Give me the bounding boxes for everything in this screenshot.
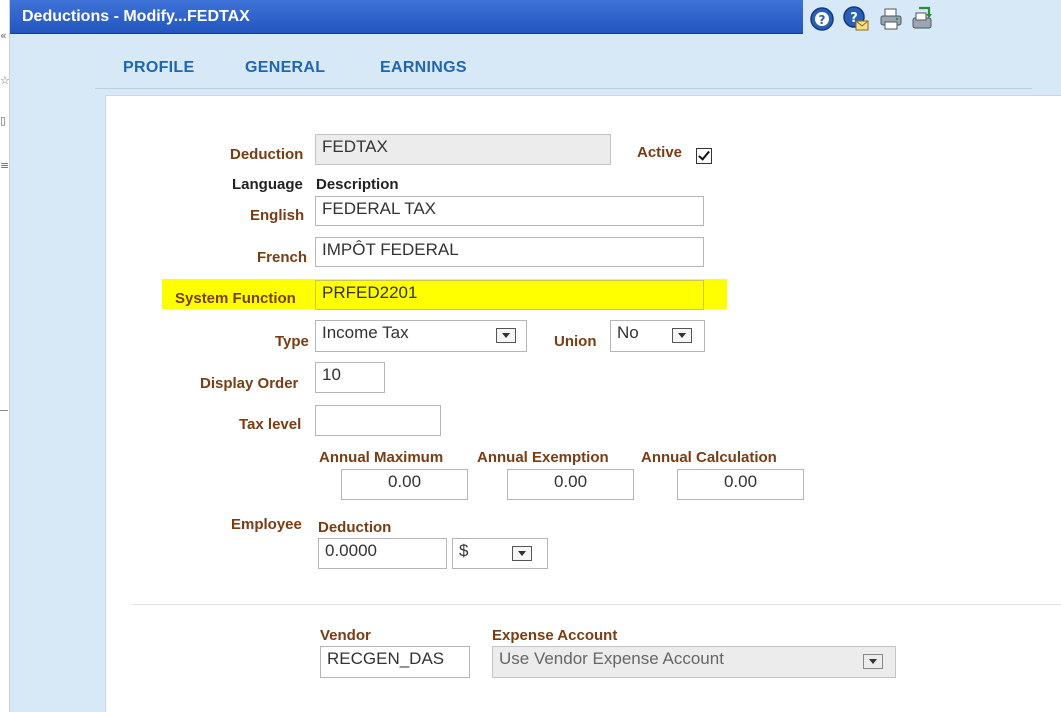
union-dropdown-arrow-icon[interactable] [672,328,692,343]
display-order-input[interactable]: 10 [315,362,385,393]
expense-account-value: Use Vendor Expense Account [499,649,724,668]
vendor-input[interactable]: RECGEN_DAS [320,646,470,678]
annual-exemption-label: Annual Exemption [477,449,609,466]
toolbar: ? ? [803,0,1061,34]
expense-account-select[interactable]: Use Vendor Expense Account [492,646,896,678]
tax-level-input[interactable] [315,405,441,436]
page-icon: ▯ [0,114,7,127]
divider [0,410,8,411]
employee-deduction-label: Deduction [318,519,392,536]
type-label: Type [275,333,309,350]
annual-calculation-label: Annual Calculation [641,449,777,466]
french-label: French [257,249,308,266]
star-icon: ☆ [0,74,10,87]
english-description-input[interactable]: FEDERAL TAX [315,196,704,226]
help-icon[interactable]: ? [809,6,835,32]
svg-text:?: ? [819,13,826,27]
annual-maximum-label: Annual Maximum [319,449,444,466]
active-checkbox[interactable] [696,148,712,164]
annual-maximum-input[interactable]: 0.00 [341,469,468,500]
menu-icon: ≡ [0,159,10,172]
language-header: Language [232,176,303,193]
english-label: English [250,207,305,224]
tab-divider [95,88,1032,89]
display-order-label: Display Order [200,375,299,392]
deduction-unit-value: $ [459,541,469,560]
check-icon [698,148,710,161]
email-help-icon[interactable]: ? [843,6,869,32]
union-label: Union [554,333,597,350]
vendor-label: Vendor [320,627,371,644]
tab-bar: PROFILE GENERAL EARNINGS [10,34,1061,89]
expense-account-dropdown-arrow-icon[interactable] [863,654,883,669]
tab-profile[interactable]: PROFILE [123,59,194,77]
tax-level-label: Tax level [239,416,302,433]
employee-deduction-input[interactable]: 0.0000 [318,538,447,569]
tab-general[interactable]: GENERAL [245,59,325,77]
export-icon[interactable] [909,6,935,32]
system-function-label: System Function [175,290,296,307]
collapse-icon: « [0,29,7,42]
window-title: Deductions - Modify...FEDTAX [22,8,250,25]
description-header: Description [316,176,399,193]
deduction-unit-dropdown-arrow-icon[interactable] [512,546,532,561]
annual-calculation-input[interactable]: 0.00 [677,469,804,500]
union-value: No [617,323,639,342]
print-icon[interactable] [878,6,904,32]
annual-exemption-input[interactable]: 0.00 [507,469,634,500]
active-label: Active [637,144,683,161]
expense-account-label: Expense Account [492,627,618,644]
employee-label: Employee [231,516,302,533]
background-window-edge: « ☆ ▯ ≡ [0,0,10,712]
deduction-label: Deduction [230,146,304,163]
deduction-unit-select[interactable]: $ [452,538,548,569]
system-function-input[interactable]: PRFED2201 [315,280,704,310]
type-value: Income Tax [322,323,409,342]
deduction-code-field: FEDTAX [315,134,611,165]
tab-earnings[interactable]: EARNINGS [380,59,467,77]
window-title-bar: Deductions - Modify...FEDTAX [10,0,803,34]
french-description-input[interactable]: IMPÔT FEDERAL [315,237,704,267]
type-dropdown-arrow-icon[interactable] [496,328,516,343]
section-divider [132,604,1061,605]
